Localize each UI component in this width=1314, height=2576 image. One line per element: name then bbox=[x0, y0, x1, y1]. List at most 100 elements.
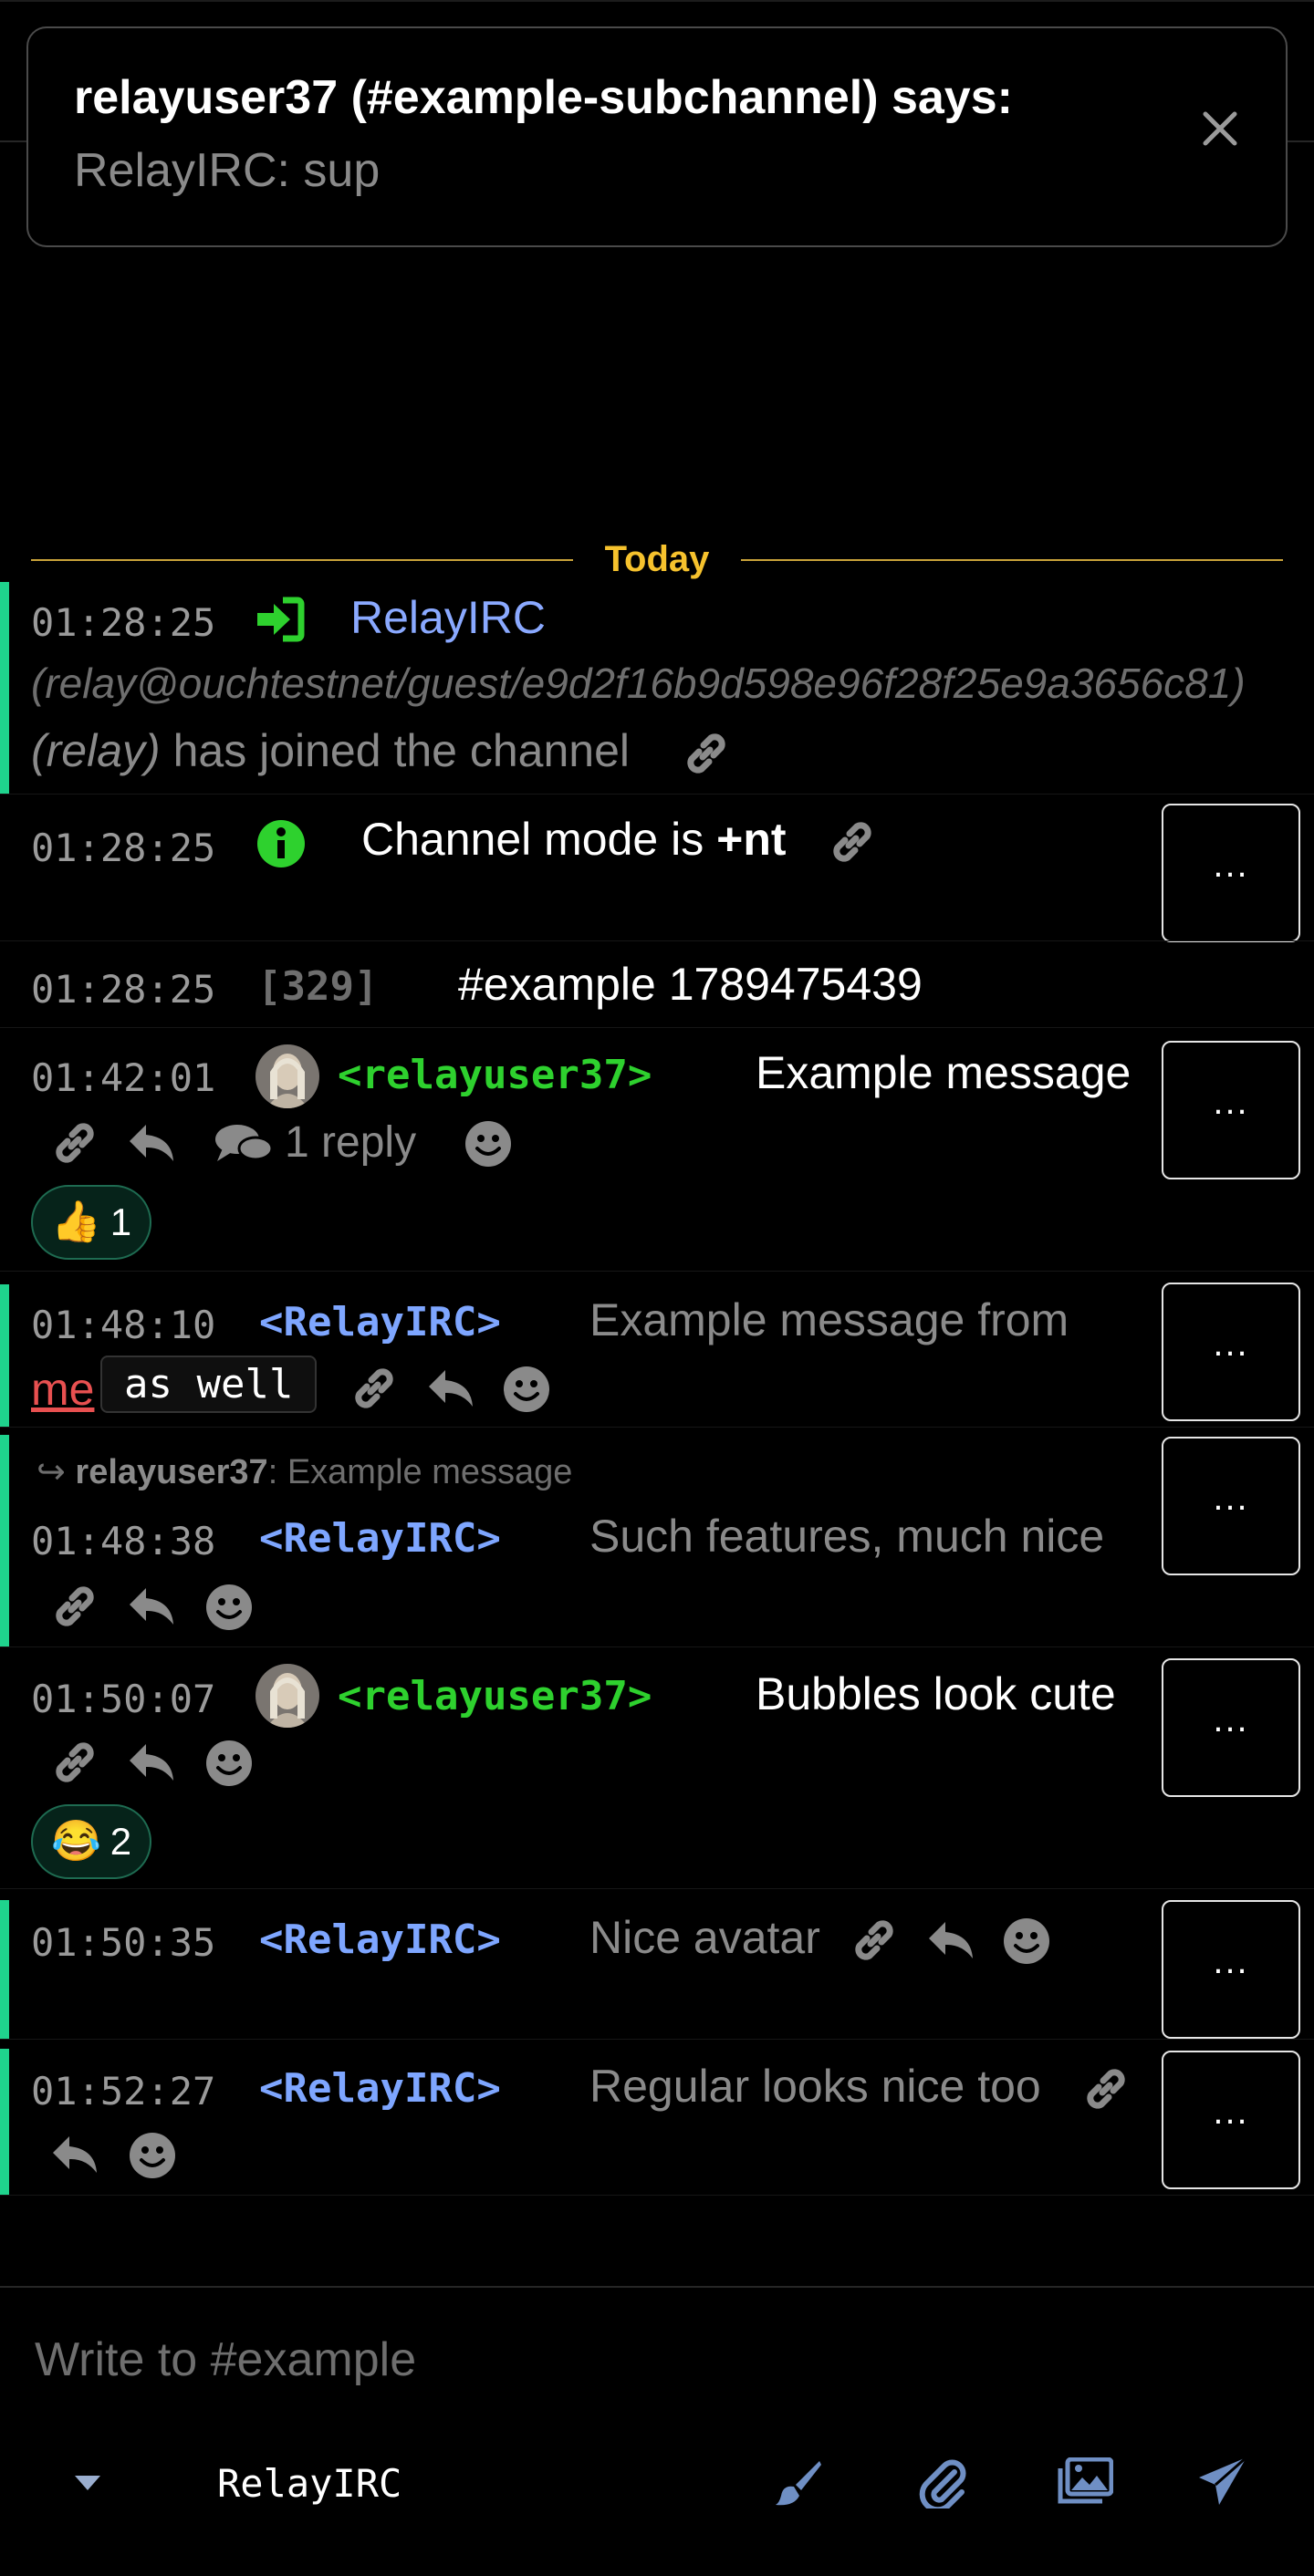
numeric-code: [329] bbox=[257, 963, 379, 1010]
reaction-count: 1 bbox=[110, 1200, 132, 1243]
message-text: Example message bbox=[756, 1047, 1132, 1098]
message-mode: 01:28:25 Channel mode is +nt ... bbox=[0, 795, 1314, 942]
unread-marker bbox=[0, 1435, 9, 1646]
message-text: Nice avatar bbox=[589, 1912, 820, 1963]
reaction-chip[interactable]: 👍 1 bbox=[31, 1185, 152, 1260]
join-hostmask: (relay@ouchtestnet/guest/e9d2f16b9d598e9… bbox=[31, 660, 1246, 707]
message-text: Regular looks nice too bbox=[589, 2061, 1041, 2112]
notification-body: RelayIRC: sup bbox=[74, 144, 381, 197]
message-privmsg: 01:50:35 <RelayIRC> Nice avatar ... bbox=[0, 1889, 1314, 2039]
link-icon[interactable] bbox=[51, 1119, 99, 1167]
link-icon[interactable] bbox=[683, 730, 730, 777]
message-nick[interactable]: <RelayIRC> bbox=[259, 1916, 501, 1963]
day-separator: Today bbox=[31, 534, 1283, 585]
message-options-button[interactable]: ... bbox=[1162, 1658, 1300, 1797]
message-time: 01:42:01 bbox=[31, 1055, 216, 1100]
link-icon[interactable] bbox=[51, 1739, 99, 1786]
message-text: Such features, much nice bbox=[589, 1511, 1105, 1562]
info-icon bbox=[256, 818, 307, 869]
reply-icon[interactable] bbox=[126, 1583, 177, 1630]
reply-icon[interactable] bbox=[126, 1739, 177, 1786]
message-options-button[interactable]: ... bbox=[1162, 1437, 1300, 1575]
message-input[interactable] bbox=[35, 2328, 1279, 2392]
mode-value: +nt bbox=[716, 814, 787, 865]
message-options-button[interactable]: ... bbox=[1162, 804, 1300, 942]
images-icon[interactable] bbox=[1057, 2457, 1113, 2505]
emoji-reaction-icon[interactable] bbox=[128, 2131, 177, 2180]
reaction-emoji: 😂 bbox=[51, 1819, 101, 1864]
message-time: 01:48:10 bbox=[31, 1303, 216, 1347]
top-border bbox=[0, 0, 1314, 2]
message-options-button[interactable]: ... bbox=[1162, 1283, 1300, 1421]
message-privmsg: 01:50:07 <relayuser37> Bubbles look cute… bbox=[0, 1647, 1314, 1888]
unread-marker bbox=[0, 1284, 9, 1427]
join-ident: (relay) bbox=[31, 725, 161, 776]
message-time: 01:52:27 bbox=[31, 2069, 216, 2114]
link-icon[interactable] bbox=[850, 1916, 898, 1964]
message-nick[interactable]: <relayuser37> bbox=[338, 1052, 652, 1098]
composer-border bbox=[0, 2286, 1314, 2288]
caret-down-icon[interactable] bbox=[73, 2474, 102, 2492]
message-time: 01:28:25 bbox=[31, 600, 216, 645]
brush-icon[interactable] bbox=[774, 2457, 823, 2507]
message-options-button[interactable]: ... bbox=[1162, 1900, 1300, 2039]
link-icon[interactable] bbox=[350, 1365, 398, 1412]
thread-icon[interactable] bbox=[214, 1121, 274, 1167]
reaction-chip[interactable]: 😂 2 bbox=[31, 1804, 152, 1879]
day-separator-label: Today bbox=[604, 539, 710, 579]
message-time: 01:50:35 bbox=[31, 1920, 216, 1965]
message-join: 01:28:25 RelayIRC (relay@ouchtestnet/gue… bbox=[0, 582, 1314, 794]
message-privmsg: 01:42:01 <relayuser37> Example message 1… bbox=[0, 1028, 1314, 1271]
message-time: 01:48:38 bbox=[31, 1519, 216, 1563]
unread-marker bbox=[0, 2049, 9, 2195]
mode-prefix: Channel mode is bbox=[361, 814, 717, 865]
message-nick[interactable]: <relayuser37> bbox=[338, 1673, 652, 1719]
link-icon[interactable] bbox=[51, 1583, 99, 1630]
reaction-count: 2 bbox=[110, 1820, 132, 1863]
link-icon[interactable] bbox=[1082, 2065, 1130, 2113]
message-privmsg: 01:52:27 <RelayIRC> Regular looks nice t… bbox=[0, 2040, 1314, 2195]
message-time: 01:50:07 bbox=[31, 1677, 216, 1721]
message-options-button[interactable]: ... bbox=[1162, 1041, 1300, 1179]
message-nick[interactable]: <RelayIRC> bbox=[259, 1515, 501, 1562]
unread-marker bbox=[0, 582, 9, 794]
reply-icon[interactable] bbox=[49, 2131, 100, 2178]
send-icon[interactable] bbox=[1197, 2456, 1248, 2507]
reply-icon[interactable] bbox=[425, 1365, 476, 1412]
reaction-emoji: 👍 bbox=[51, 1200, 101, 1244]
reply-count[interactable]: 1 reply bbox=[285, 1117, 416, 1168]
emoji-reaction-icon[interactable] bbox=[204, 1739, 254, 1788]
join-icon bbox=[256, 597, 305, 642]
reply-context-text: : Example message bbox=[267, 1453, 573, 1491]
message-text: Bubbles look cute bbox=[756, 1668, 1116, 1719]
nick-selector[interactable]: RelayIRC bbox=[217, 2461, 402, 2506]
mention-highlight: me bbox=[31, 1364, 95, 1415]
day-separator-line bbox=[741, 559, 1283, 561]
avatar[interactable] bbox=[256, 1664, 319, 1728]
unread-marker bbox=[0, 1900, 9, 2039]
message-divider bbox=[0, 2195, 1314, 2196]
emoji-reaction-icon[interactable] bbox=[464, 1119, 513, 1169]
day-separator-line bbox=[31, 559, 573, 561]
reply-arrow-icon: ↪ bbox=[36, 1453, 66, 1491]
reply-icon[interactable] bbox=[126, 1119, 177, 1167]
reply-context[interactable]: ↪ relayuser37: Example message bbox=[36, 1451, 572, 1492]
paperclip-icon[interactable] bbox=[918, 2456, 969, 2508]
message-text: Example message from bbox=[589, 1294, 1069, 1345]
numeric-text: #example 1789475439 bbox=[458, 959, 923, 1010]
emoji-reaction-icon[interactable] bbox=[1002, 1916, 1051, 1966]
emoji-reaction-icon[interactable] bbox=[502, 1365, 551, 1414]
message-nick[interactable]: <RelayIRC> bbox=[259, 1299, 501, 1345]
close-icon[interactable] bbox=[1200, 109, 1240, 149]
join-nick[interactable]: RelayIRC bbox=[350, 591, 546, 644]
notification-toast[interactable]: relayuser37 (#example-subchannel) says: … bbox=[26, 26, 1288, 247]
mode-text: Channel mode is +nt bbox=[361, 813, 787, 866]
inline-code: as well bbox=[100, 1356, 318, 1413]
emoji-reaction-icon[interactable] bbox=[204, 1583, 254, 1632]
message-nick[interactable]: <RelayIRC> bbox=[259, 2065, 501, 2112]
reply-icon[interactable] bbox=[925, 1916, 976, 1964]
message-options-button[interactable]: ... bbox=[1162, 2051, 1300, 2189]
link-icon[interactable] bbox=[829, 818, 876, 866]
avatar[interactable] bbox=[256, 1044, 319, 1108]
message-time: 01:28:25 bbox=[31, 967, 216, 1012]
